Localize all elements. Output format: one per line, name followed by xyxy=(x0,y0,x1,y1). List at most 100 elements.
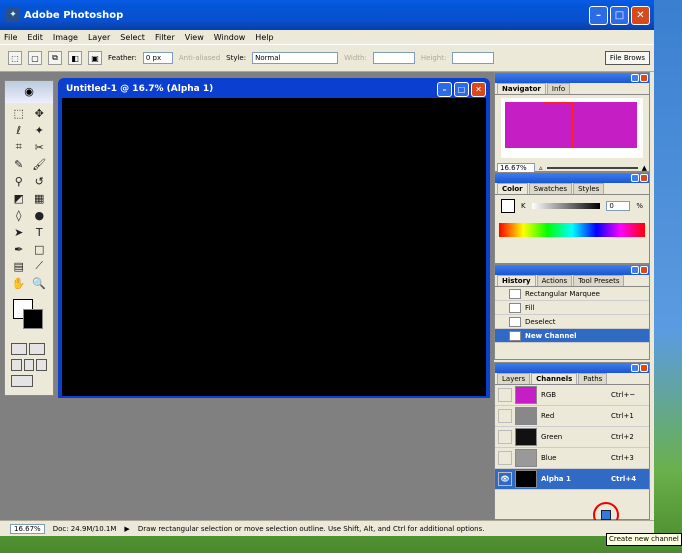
width-input[interactable] xyxy=(372,52,415,64)
new-selection-icon[interactable]: ▢ xyxy=(28,51,42,65)
navigator-preview[interactable] xyxy=(501,98,643,158)
color-fg-swatch[interactable] xyxy=(501,199,515,213)
jump-to-imageready-icon[interactable] xyxy=(11,375,33,387)
antialiased-checkbox[interactable]: Anti-aliased xyxy=(179,54,220,62)
gradient-tool-icon[interactable]: ▦ xyxy=(30,190,50,206)
standard-mode-icon[interactable] xyxy=(11,343,27,355)
channel-row-rgb[interactable]: RGB Ctrl+~ xyxy=(495,385,649,406)
status-arrow-icon[interactable]: ▶ xyxy=(124,525,129,533)
feather-input[interactable]: 0 px xyxy=(142,52,173,64)
history-item[interactable]: Fill xyxy=(495,301,649,315)
doc-close-button[interactable]: ✕ xyxy=(471,82,486,97)
zoom-in-icon[interactable]: ▲ xyxy=(642,164,647,172)
magic-wand-tool-icon[interactable]: ✦ xyxy=(30,122,50,138)
k-slider[interactable] xyxy=(531,203,601,209)
quick-mask-mode-icon[interactable] xyxy=(29,343,45,355)
status-zoom[interactable]: 16.67% xyxy=(10,523,45,534)
menu-filter[interactable]: Filter xyxy=(155,33,175,42)
healing-brush-tool-icon[interactable]: ✎ xyxy=(9,156,29,172)
visibility-icon[interactable] xyxy=(498,451,512,465)
visibility-icon[interactable] xyxy=(498,388,512,402)
canvas[interactable] xyxy=(62,98,486,396)
slice-tool-icon[interactable]: ✂ xyxy=(30,139,50,155)
add-selection-icon[interactable]: ⧉ xyxy=(48,51,62,65)
tab-paths[interactable]: Paths xyxy=(578,373,608,384)
subtract-selection-icon[interactable]: ◧ xyxy=(68,51,82,65)
tab-tool-presets[interactable]: Tool Presets xyxy=(573,275,625,286)
tab-info[interactable]: Info xyxy=(546,83,571,94)
panel-minimize-icon[interactable] xyxy=(631,364,639,372)
visibility-icon[interactable] xyxy=(498,409,512,423)
toolbox-eye-icon[interactable]: ◉ xyxy=(5,81,53,103)
zoom-tool-icon[interactable]: 🔍 xyxy=(30,275,50,291)
shape-tool-icon[interactable]: □ xyxy=(30,241,50,257)
standard-screen-mode-icon[interactable] xyxy=(11,359,22,371)
intersect-selection-icon[interactable]: ▣ xyxy=(88,51,102,65)
eye-icon[interactable]: 👁 xyxy=(498,472,512,486)
marquee-tool-icon[interactable]: ⬚ xyxy=(9,105,29,121)
menu-edit[interactable]: Edit xyxy=(27,33,43,42)
maximize-button[interactable]: □ xyxy=(610,6,629,25)
color-spectrum-bar[interactable] xyxy=(499,223,645,237)
panel-minimize-icon[interactable] xyxy=(631,74,639,82)
k-value-input[interactable]: 0 xyxy=(606,201,631,211)
close-button[interactable]: ✕ xyxy=(631,6,650,25)
full-screen-mode-icon[interactable] xyxy=(36,359,48,371)
history-brush-tool-icon[interactable]: ↺ xyxy=(30,173,50,189)
visibility-icon[interactable] xyxy=(498,430,512,444)
tab-swatches[interactable]: Swatches xyxy=(528,183,573,194)
menu-window[interactable]: Window xyxy=(214,33,246,42)
color-panel-header[interactable] xyxy=(495,173,649,183)
crop-tool-icon[interactable]: ⌗ xyxy=(9,139,29,155)
doc-maximize-button[interactable]: □ xyxy=(454,82,469,97)
menu-select[interactable]: Select xyxy=(120,33,145,42)
marquee-preset-icon[interactable]: ⬚ xyxy=(8,51,22,65)
path-selection-tool-icon[interactable]: ➤ xyxy=(9,224,29,240)
menu-file[interactable]: File xyxy=(4,33,17,42)
tab-history[interactable]: History xyxy=(497,275,536,286)
hand-tool-icon[interactable]: ✋ xyxy=(9,275,29,291)
history-item[interactable]: Deselect xyxy=(495,315,649,329)
doc-minimize-button[interactable]: – xyxy=(437,82,452,97)
brush-tool-icon[interactable]: 🖌 xyxy=(30,156,50,172)
tab-styles[interactable]: Styles xyxy=(573,183,605,194)
menu-image[interactable]: Image xyxy=(53,33,78,42)
minimize-button[interactable]: – xyxy=(589,6,608,25)
lasso-tool-icon[interactable]: ℓ xyxy=(9,122,29,138)
move-tool-icon[interactable]: ✥ xyxy=(30,105,50,121)
panel-minimize-icon[interactable] xyxy=(631,174,639,182)
menu-help[interactable]: Help xyxy=(255,33,273,42)
channel-row-green[interactable]: Green Ctrl+2 xyxy=(495,427,649,448)
panel-minimize-icon[interactable] xyxy=(631,266,639,274)
tab-color[interactable]: Color xyxy=(497,183,528,194)
tab-layers[interactable]: Layers xyxy=(497,373,531,384)
eraser-tool-icon[interactable]: ◩ xyxy=(9,190,29,206)
history-item-selected[interactable]: New Channel xyxy=(495,329,649,343)
background-color-swatch[interactable] xyxy=(23,309,43,329)
document-title-bar[interactable]: Untitled-1 @ 16.7% (Alpha 1) – □ ✕ xyxy=(60,80,488,98)
tab-channels[interactable]: Channels xyxy=(531,373,578,384)
type-tool-icon[interactable]: T xyxy=(30,224,50,240)
new-channel-button[interactable] xyxy=(601,510,611,520)
file-browser-button[interactable]: File Brows xyxy=(604,51,650,65)
history-panel-header[interactable] xyxy=(495,265,649,275)
channel-row-red[interactable]: Red Ctrl+1 xyxy=(495,406,649,427)
tab-actions[interactable]: Actions xyxy=(536,275,573,286)
zoom-slider[interactable] xyxy=(546,167,638,169)
height-input[interactable] xyxy=(452,52,495,64)
channel-row-alpha[interactable]: 👁 Alpha 1 Ctrl+4 xyxy=(495,469,649,490)
panel-close-icon[interactable] xyxy=(640,266,648,274)
style-select[interactable]: Normal xyxy=(252,52,339,64)
full-screen-menu-mode-icon[interactable] xyxy=(23,359,35,371)
tab-navigator[interactable]: Navigator xyxy=(497,83,546,94)
panel-close-icon[interactable] xyxy=(640,174,648,182)
panel-close-icon[interactable] xyxy=(640,74,648,82)
panel-close-icon[interactable] xyxy=(640,364,648,372)
notes-tool-icon[interactable]: ▤ xyxy=(9,258,29,274)
channel-row-blue[interactable]: Blue Ctrl+3 xyxy=(495,448,649,469)
clone-stamp-tool-icon[interactable]: ⚲ xyxy=(9,173,29,189)
pen-tool-icon[interactable]: ✒ xyxy=(9,241,29,257)
navigator-panel-header[interactable] xyxy=(495,73,649,83)
history-item[interactable]: Rectangular Marquee xyxy=(495,287,649,301)
menu-layer[interactable]: Layer xyxy=(88,33,110,42)
